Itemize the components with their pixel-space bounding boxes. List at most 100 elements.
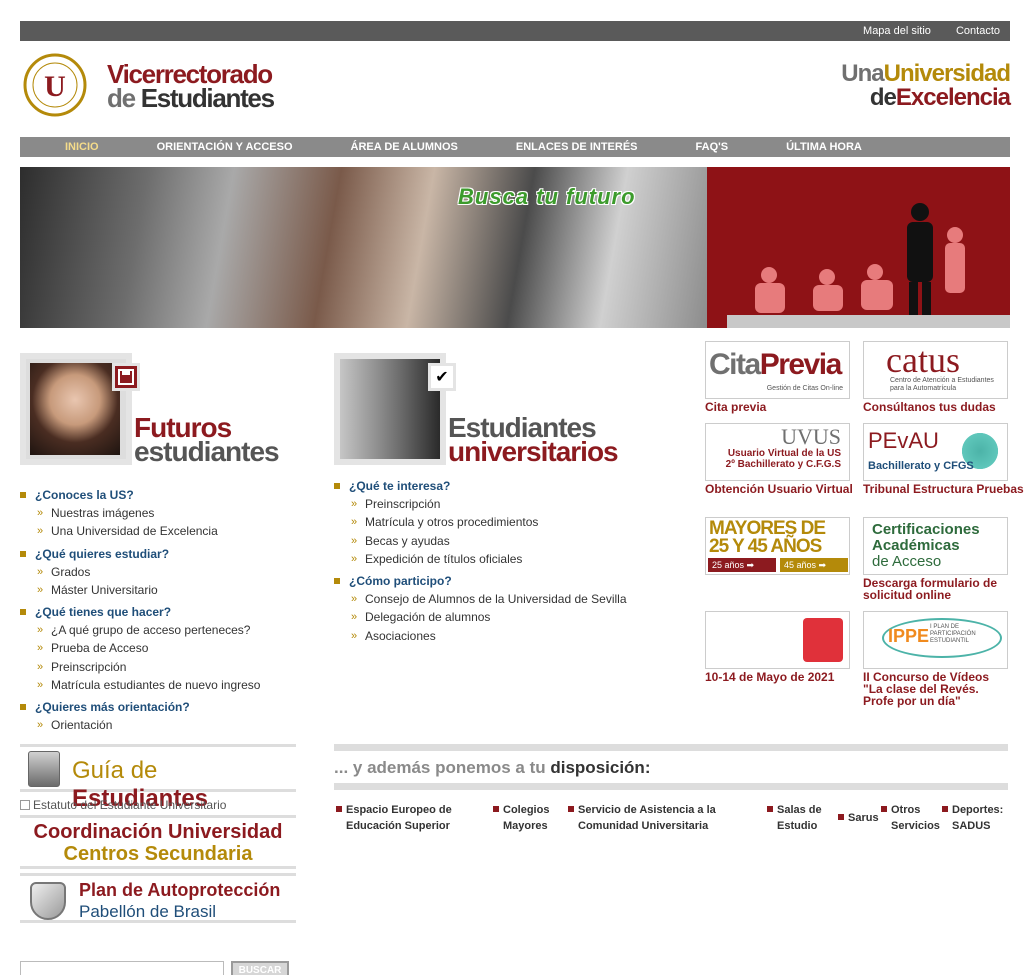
plan-line1: Plan de Autoprotección	[79, 880, 281, 900]
svg-text:U: U	[44, 70, 66, 103]
dispo-otros[interactable]: Otros Servicios	[881, 802, 940, 834]
list-item[interactable]: Delegación de alumnos	[334, 608, 674, 627]
check-icon: ✔	[428, 363, 456, 391]
futuros-list: ¿Conoces la US? Nuestras imágenes Una Un…	[20, 482, 320, 735]
silhouettes-illustration	[727, 203, 1010, 328]
dispo-salas[interactable]: Salas de Estudio	[767, 802, 829, 834]
tagline: UnaUniversidad deExcelencia	[841, 60, 1011, 111]
dispo-deportes[interactable]: Deportes: SADUS	[942, 802, 1008, 834]
banner-slogan: Busca tu futuro	[458, 184, 636, 209]
futuros-q-orientacion[interactable]: ¿Quieres más orientación?	[20, 698, 320, 716]
list-item[interactable]: Máster Universitario	[20, 581, 320, 600]
uvus-caption[interactable]: Obtención Usuario Virtual	[705, 483, 853, 495]
dispo-sacu[interactable]: Servicio de Asistencia a la Comunidad Un…	[568, 802, 728, 834]
cita-previa-image[interactable]: CitaPrevia Gestión de Citas On-line	[705, 341, 850, 399]
estudiantes-list: ¿Qué te interesa? Preinscripción Matrícu…	[334, 473, 674, 645]
tile-ippe[interactable]: IPPE I PLAN DE PARTICIPACIÓN ESTUDIANTIL…	[863, 611, 1008, 707]
nav-area-alumnos[interactable]: ÁREA DE ALUMNOS	[293, 137, 458, 157]
search-button[interactable]: BUSCAR	[231, 961, 289, 975]
banner-red-panel	[707, 167, 1010, 328]
tile-pevau[interactable]: PEvAU Bachillerato y CFGS Tribunal Estru…	[863, 423, 1024, 495]
pevau-image[interactable]: PEvAU Bachillerato y CFGS	[863, 423, 1008, 481]
certificaciones-image[interactable]: Certificaciones Académicas de Acceso	[863, 517, 1008, 575]
list-item[interactable]: Matrícula estudiantes de nuevo ingreso	[20, 676, 320, 695]
university-seal-logo[interactable]: U	[22, 52, 102, 118]
divider	[334, 744, 1008, 751]
list-item[interactable]: Nuestras imágenes	[20, 504, 320, 523]
nav-inicio[interactable]: INICIO	[20, 137, 99, 157]
tagline-una: Una	[841, 60, 884, 87]
list-item[interactable]: Prueba de Acceso	[20, 639, 320, 658]
coordinacion-banner[interactable]: Coordinación Universidad Centros Secunda…	[20, 815, 296, 869]
main-nav: INICIO ORIENTACIÓN Y ACCESO ÁREA DE ALUM…	[20, 137, 1010, 157]
list-item[interactable]: Grados	[20, 563, 320, 582]
estudiantes-q-interesa[interactable]: ¿Qué te interesa?	[334, 477, 674, 495]
mayores-45-button[interactable]: 45 años ➡	[780, 558, 848, 572]
ippe-image[interactable]: IPPE I PLAN DE PARTICIPACIÓN ESTUDIANTIL	[863, 611, 1008, 669]
xxv-salon-image[interactable]: XXV SALÓN DE ESTUDIANTES Y FERISPORT 202…	[705, 611, 850, 669]
tile-cita-previa[interactable]: CitaPrevia Gestión de Citas On-line Cita…	[705, 341, 850, 413]
futuros-q-hacer[interactable]: ¿Qué tienes que hacer?	[20, 603, 320, 621]
ademas-heading: ... y además ponemos a tu disposición:	[334, 758, 651, 777]
catus-caption[interactable]: Consúltanos tus dudas	[863, 401, 1008, 413]
coord-line1: Coordinación Universidad	[33, 821, 283, 843]
list-item[interactable]: ¿A qué grupo de acceso perteneces?	[20, 621, 320, 640]
tagline-de: de	[869, 84, 897, 111]
estudiantes-q-participo[interactable]: ¿Cómo participo?	[334, 572, 674, 590]
site-title[interactable]: Vicerrectorado de Estudiantes	[107, 61, 275, 113]
book-icon	[28, 751, 60, 787]
xxv-salon-caption[interactable]: 10-14 de Mayo de 2021	[705, 671, 850, 683]
site-map-link[interactable]: Mapa del sitio	[863, 25, 931, 37]
divider	[334, 783, 1008, 790]
top-bar: Mapa del sitio Contacto	[20, 21, 1010, 41]
contact-link[interactable]: Contacto	[956, 25, 1000, 37]
list-item[interactable]: Una Universidad de Excelencia	[20, 522, 320, 541]
guia-label-1: Guía de	[72, 757, 158, 784]
tile-certificaciones[interactable]: Certificaciones Académicas de Acceso Des…	[863, 517, 1030, 601]
mayores-image[interactable]: MAYORES DE 25 Y 45 AÑOS 25 años ➡ 45 años…	[705, 517, 850, 575]
catus-image[interactable]: catus Centro de Atención a Estudiantes p…	[863, 341, 1008, 399]
plan-autoproteccion-banner[interactable]: Plan de Autoprotección Pabellón de Brasi…	[20, 873, 296, 923]
futuros-q-estudiar[interactable]: ¿Qué quieres estudiar?	[20, 545, 320, 563]
mayores-25-button[interactable]: 25 años ➡	[708, 558, 776, 572]
plan-line2: Pabellón de Brasil	[79, 902, 217, 921]
list-item[interactable]: Matrícula y otros procedimientos	[334, 513, 674, 532]
site-title-line2: de Estudiantes	[107, 83, 275, 113]
shield-icon	[30, 882, 66, 920]
list-item[interactable]: Consejo de Alumnos de la Universidad de …	[334, 590, 674, 609]
coord-line2: Centros Secundaria	[63, 843, 253, 865]
nav-faqs[interactable]: FAQ'S	[638, 137, 729, 157]
search-input[interactable]	[20, 961, 224, 975]
tagline-excelencia: Excelencia	[895, 84, 1011, 111]
ippe-caption[interactable]: II Concurso de Vídeos "La clase del Revé…	[863, 671, 1008, 707]
pevau-caption[interactable]: Tribunal Estructura Pruebas	[863, 483, 1024, 495]
list-item[interactable]: Orientación	[20, 716, 320, 735]
hero-banner: Busca tu futuro	[20, 167, 1010, 328]
cita-previa-caption[interactable]: Cita previa	[705, 401, 850, 413]
tile-mayores[interactable]: MAYORES DE 25 Y 45 AÑOS 25 años ➡ 45 años…	[705, 517, 850, 575]
tile-xxv-salon[interactable]: XXV SALÓN DE ESTUDIANTES Y FERISPORT 202…	[705, 611, 850, 683]
tile-catus[interactable]: catus Centro de Atención a Estudiantes p…	[863, 341, 1008, 413]
estudiantes-title[interactable]: Estudiantes universitarios	[448, 414, 619, 466]
list-item[interactable]: Expedición de títulos oficiales	[334, 550, 674, 569]
nav-orientacion[interactable]: ORIENTACIÓN Y ACCESO	[99, 137, 293, 157]
guia-estudiantes-banner[interactable]: Guía de Estudiantes	[20, 744, 296, 812]
futuros-title[interactable]: Futuros estudiantes	[134, 414, 280, 466]
list-item[interactable]: Preinscripción	[334, 495, 674, 514]
tagline-universidad: Universidad	[883, 60, 1011, 87]
save-icon	[112, 363, 140, 391]
tile-uvus[interactable]: UVUS Usuario Virtual de la US 2º Bachill…	[705, 423, 853, 495]
estatuto-link[interactable]: Estatuto del Estudiante Universitario	[20, 798, 226, 812]
futuros-q-conoces[interactable]: ¿Conoces la US?	[20, 486, 320, 504]
nav-ultima-hora[interactable]: ÚLTIMA HORA	[728, 137, 862, 157]
uvus-image[interactable]: UVUS Usuario Virtual de la US 2º Bachill…	[705, 423, 850, 481]
list-item[interactable]: Asociaciones	[334, 627, 674, 646]
certificaciones-caption[interactable]: Descarga formulario de solicitud online	[863, 577, 1030, 601]
list-item[interactable]: Preinscripción	[20, 658, 320, 677]
list-item[interactable]: Becas y ayudas	[334, 532, 674, 551]
dispo-colegios[interactable]: Colegios Mayores	[493, 802, 563, 834]
top-links: Mapa del sitio Contacto	[841, 25, 1000, 37]
dispo-sarus[interactable]: Sarus	[838, 810, 879, 826]
dispo-eees[interactable]: Espacio Europeo de Educación Superior	[336, 802, 466, 834]
nav-enlaces[interactable]: ENLACES DE INTERÉS	[458, 137, 638, 157]
